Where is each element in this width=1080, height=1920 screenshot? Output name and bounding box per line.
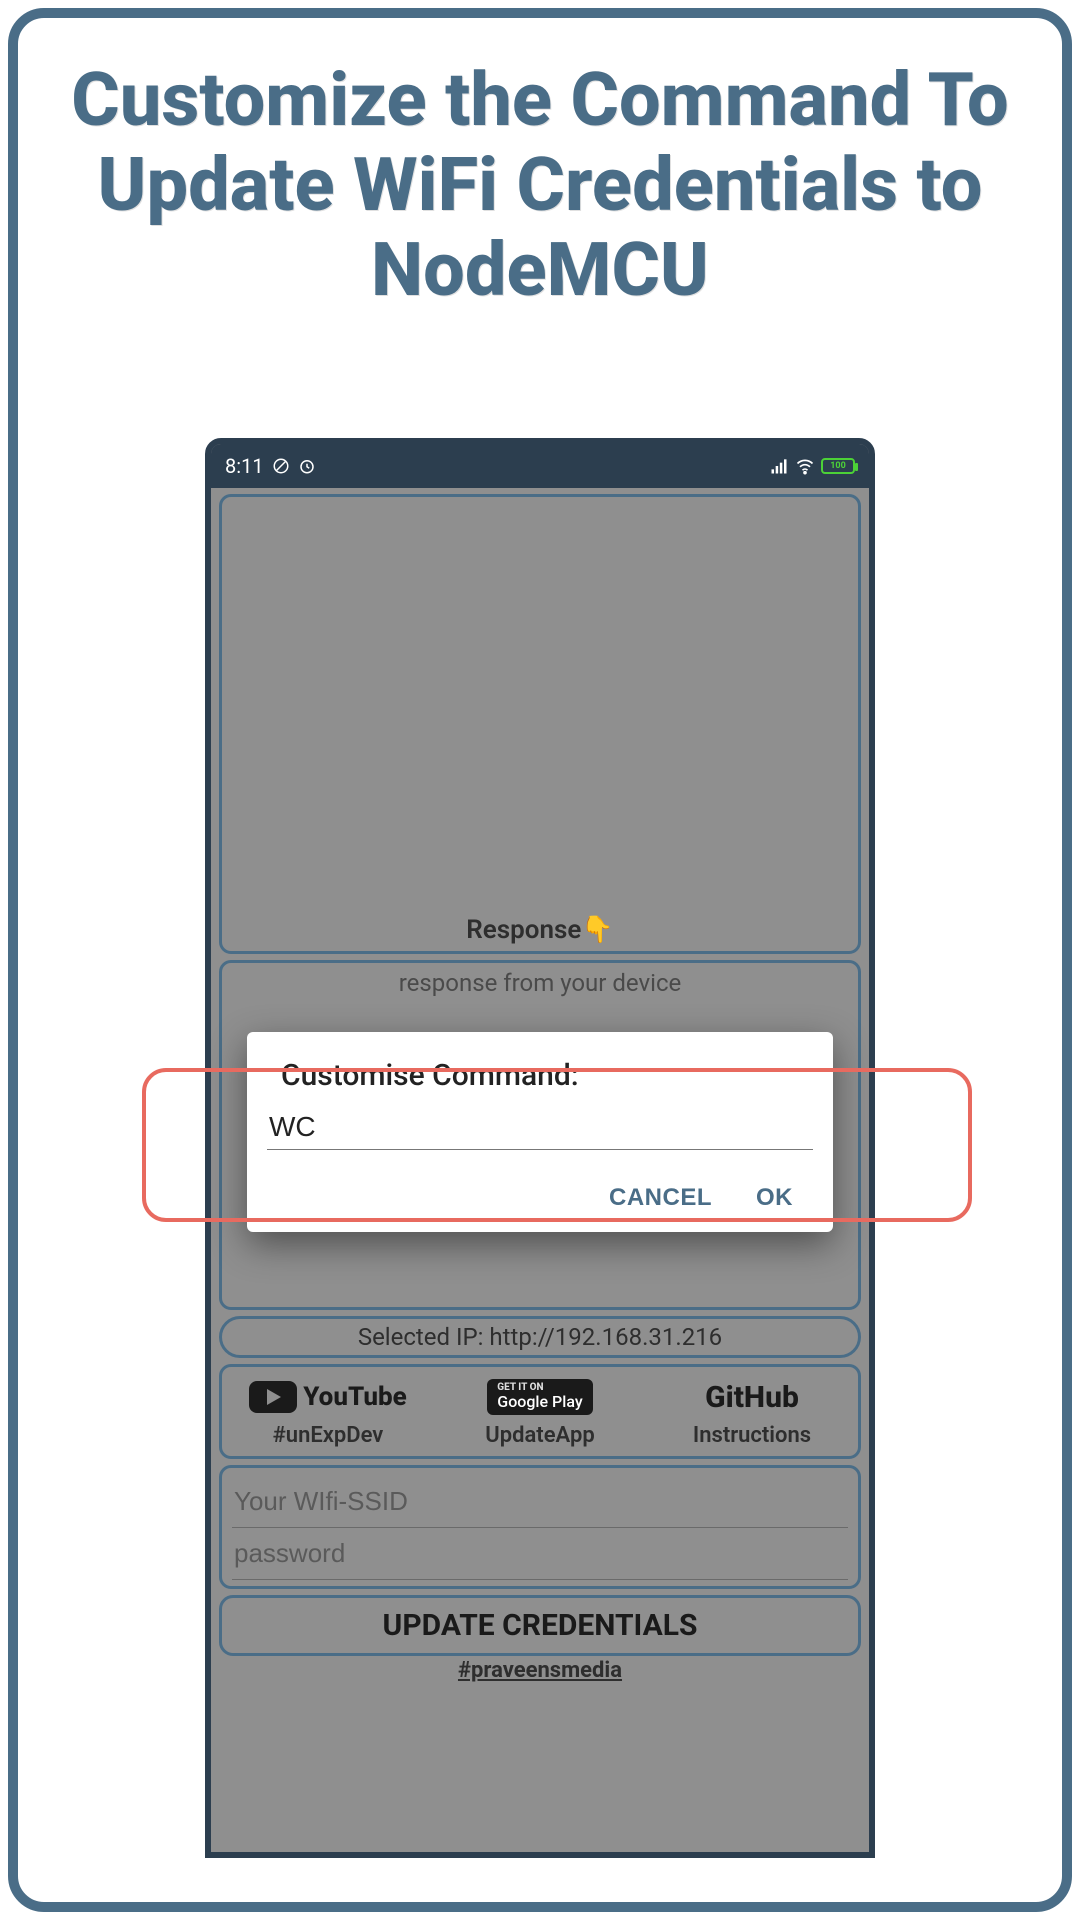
response-subtitle: response from your device bbox=[222, 969, 858, 997]
selected-ip-bar[interactable]: Selected IP: http://192.168.31.216 bbox=[219, 1316, 861, 1358]
update-credentials-button[interactable]: UPDATE CREDENTIALS bbox=[219, 1595, 861, 1656]
youtube-icon bbox=[249, 1381, 297, 1413]
status-bar: 8:11 100 bbox=[211, 444, 869, 488]
ok-button[interactable]: OK bbox=[756, 1184, 793, 1212]
footer-hashtag[interactable]: #praveensmedia bbox=[211, 1658, 869, 1683]
promo-frame: Customize the Command To Update WiFi Cre… bbox=[8, 8, 1072, 1912]
wifi-icon bbox=[795, 456, 815, 476]
github-icon: GitHub bbox=[705, 1380, 799, 1415]
point-down-icon: 👇 bbox=[581, 915, 613, 945]
play-store-icon: GET IT ON Google Play bbox=[487, 1379, 592, 1414]
youtube-link[interactable]: YouTube #unExpDev bbox=[222, 1367, 434, 1456]
credentials-panel bbox=[219, 1465, 861, 1589]
dialog-title: Customise Command: bbox=[267, 1058, 813, 1107]
response-label: Response👇 bbox=[222, 915, 858, 945]
password-input[interactable] bbox=[232, 1528, 848, 1580]
phone-frame: 8:11 100 Resp bbox=[205, 438, 875, 1858]
status-time: 8:11 bbox=[225, 454, 264, 478]
play-store-link[interactable]: GET IT ON Google Play UpdateApp bbox=[434, 1367, 646, 1456]
signal-icon bbox=[769, 456, 789, 476]
github-sublabel: Instructions bbox=[650, 1423, 854, 1448]
customise-command-dialog: Customise Command: CANCEL OK bbox=[247, 1032, 833, 1232]
command-input[interactable] bbox=[267, 1107, 813, 1150]
youtube-sublabel: #unExpDev bbox=[226, 1423, 430, 1448]
battery-icon: 100 bbox=[821, 458, 855, 474]
webview-panel: Response👇 bbox=[219, 494, 861, 954]
cancel-button[interactable]: CANCEL bbox=[609, 1184, 712, 1212]
alarm-icon bbox=[298, 457, 316, 475]
dnd-icon bbox=[272, 457, 290, 475]
ssid-input[interactable] bbox=[232, 1476, 848, 1528]
github-link[interactable]: GitHub Instructions bbox=[646, 1367, 858, 1456]
play-store-sublabel: UpdateApp bbox=[438, 1423, 642, 1448]
links-row: YouTube #unExpDev GET IT ON Google Play … bbox=[219, 1364, 861, 1459]
promo-title: Customize the Command To Update WiFi Cre… bbox=[18, 18, 1062, 333]
